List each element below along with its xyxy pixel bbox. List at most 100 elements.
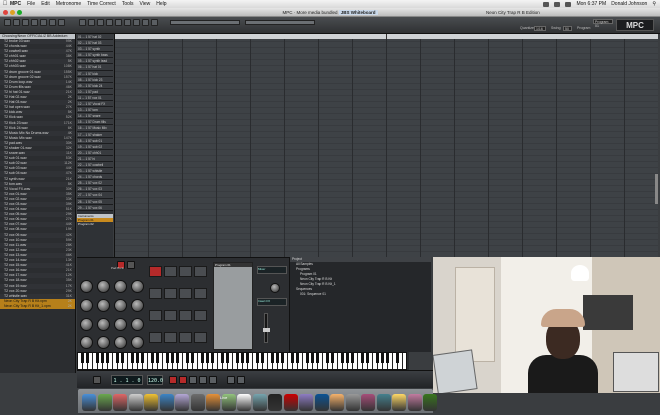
black-key[interactable] xyxy=(116,353,119,363)
black-key[interactable] xyxy=(291,353,294,363)
drum-pad[interactable] xyxy=(194,332,207,343)
black-key[interactable] xyxy=(226,353,229,363)
black-key[interactable] xyxy=(186,353,189,363)
black-key[interactable] xyxy=(211,353,214,363)
metronome-button[interactable] xyxy=(93,376,101,384)
program-select[interactable]: Program 01 xyxy=(593,19,613,28)
dock-app-icon[interactable] xyxy=(345,394,360,411)
dock-app-icon[interactable] xyxy=(190,394,205,411)
black-key[interactable] xyxy=(166,353,169,363)
menubar-user[interactable]: Donald Johnson xyxy=(611,1,647,7)
rewind-button[interactable] xyxy=(227,376,235,384)
q-link-knob[interactable] xyxy=(97,280,110,293)
black-key[interactable] xyxy=(316,353,319,363)
drum-pad[interactable] xyxy=(164,332,177,343)
mpc-screen[interactable]: Program 01 xyxy=(213,262,253,350)
dock-app-icon[interactable] xyxy=(252,394,267,411)
piano-keyboard[interactable] xyxy=(77,352,407,370)
black-key[interactable] xyxy=(361,353,364,363)
mixer-icon[interactable] xyxy=(31,19,38,26)
drum-pad[interactable] xyxy=(179,332,192,343)
dock-app-icon[interactable] xyxy=(237,394,251,411)
dock-app-icon[interactable] xyxy=(423,394,437,411)
black-key[interactable] xyxy=(246,353,249,363)
overdub-button[interactable] xyxy=(127,261,135,269)
drum-pad[interactable] xyxy=(179,310,192,321)
forward-button[interactable] xyxy=(237,376,245,384)
black-key[interactable] xyxy=(121,353,124,363)
q-link-knob[interactable] xyxy=(114,336,127,349)
dock-app-icon[interactable] xyxy=(299,394,313,411)
black-key[interactable] xyxy=(221,353,224,363)
black-key[interactable] xyxy=(81,353,84,363)
black-key[interactable] xyxy=(376,353,379,363)
sequence-selector[interactable] xyxy=(170,20,240,25)
drum-pad[interactable] xyxy=(149,288,162,299)
sampler-icon[interactable] xyxy=(40,19,47,26)
pan-knob[interactable] xyxy=(270,283,280,293)
black-key[interactable] xyxy=(306,353,309,363)
loop-icon[interactable] xyxy=(142,19,149,26)
menu-time-correct[interactable]: Time Correct xyxy=(87,1,116,7)
dock-app-icon[interactable] xyxy=(268,394,282,411)
q-link-knob[interactable] xyxy=(131,336,144,349)
select-tool-icon[interactable] xyxy=(79,19,86,26)
project-item[interactable]: 001: Sequence 01 xyxy=(290,292,431,297)
q-link-knob[interactable] xyxy=(97,336,110,349)
q-link-knob[interactable] xyxy=(97,299,110,312)
dock-app-icon[interactable] xyxy=(407,394,422,411)
black-key[interactable] xyxy=(151,353,154,363)
drum-pad[interactable] xyxy=(164,310,177,321)
black-key[interactable] xyxy=(86,353,89,363)
drum-pad[interactable] xyxy=(194,266,207,277)
volume-icon[interactable] xyxy=(554,1,561,7)
black-key[interactable] xyxy=(156,353,159,363)
black-key[interactable] xyxy=(311,353,314,363)
dock-app-icon[interactable] xyxy=(159,394,174,411)
black-key[interactable] xyxy=(106,353,109,363)
vertical-scrollbar[interactable] xyxy=(655,174,658,204)
erase-tool-icon[interactable] xyxy=(97,19,104,26)
menu-edit[interactable]: Edit xyxy=(41,1,50,7)
dock-app-icon[interactable] xyxy=(128,394,143,411)
dock-app-icon[interactable] xyxy=(314,394,329,411)
q-link-knob[interactable] xyxy=(80,318,93,331)
q-link-knob[interactable] xyxy=(114,299,127,312)
black-key[interactable] xyxy=(101,353,104,363)
dock-app-icon[interactable] xyxy=(113,394,127,411)
black-key[interactable] xyxy=(261,353,264,363)
track-selector[interactable] xyxy=(245,20,315,25)
black-key[interactable] xyxy=(276,353,279,363)
drum-pad[interactable] xyxy=(179,288,192,299)
tempo-display[interactable]: 120.0 xyxy=(147,375,163,385)
menu-file[interactable]: File xyxy=(27,1,35,7)
black-key[interactable] xyxy=(131,353,134,363)
dock-app-icon[interactable] xyxy=(144,394,158,411)
black-key[interactable] xyxy=(96,353,99,363)
drum-pad[interactable] xyxy=(164,266,177,277)
drum-pad[interactable] xyxy=(149,310,162,321)
drum-pad[interactable] xyxy=(164,288,177,299)
q-link-knob[interactable] xyxy=(80,299,93,312)
overdub-transport-button[interactable] xyxy=(179,376,187,384)
play-start-button[interactable] xyxy=(209,376,217,384)
dock-app-icon[interactable] xyxy=(330,394,344,411)
q-link-knob[interactable] xyxy=(114,318,127,331)
black-key[interactable] xyxy=(296,353,299,363)
menu-app[interactable]: MPC xyxy=(10,1,21,7)
browser-toggle-icon[interactable] xyxy=(4,19,11,26)
drum-pad[interactable] xyxy=(194,310,207,321)
q-link-knob[interactable] xyxy=(131,280,144,293)
zoom-tool-icon[interactable] xyxy=(106,19,113,26)
black-key[interactable] xyxy=(191,353,194,363)
dock-app-icon[interactable] xyxy=(175,394,189,411)
black-key[interactable] xyxy=(236,353,239,363)
black-key[interactable] xyxy=(381,353,384,363)
apple-icon[interactable]:  xyxy=(0,1,10,7)
drum-pad[interactable] xyxy=(149,332,162,343)
black-key[interactable] xyxy=(241,353,244,363)
menu-view[interactable]: View xyxy=(140,1,151,7)
program-list-item[interactable]: Program 02 xyxy=(77,222,113,226)
position-counter[interactable]: 1 . 1 . 0 xyxy=(111,375,143,385)
black-key[interactable] xyxy=(201,353,204,363)
